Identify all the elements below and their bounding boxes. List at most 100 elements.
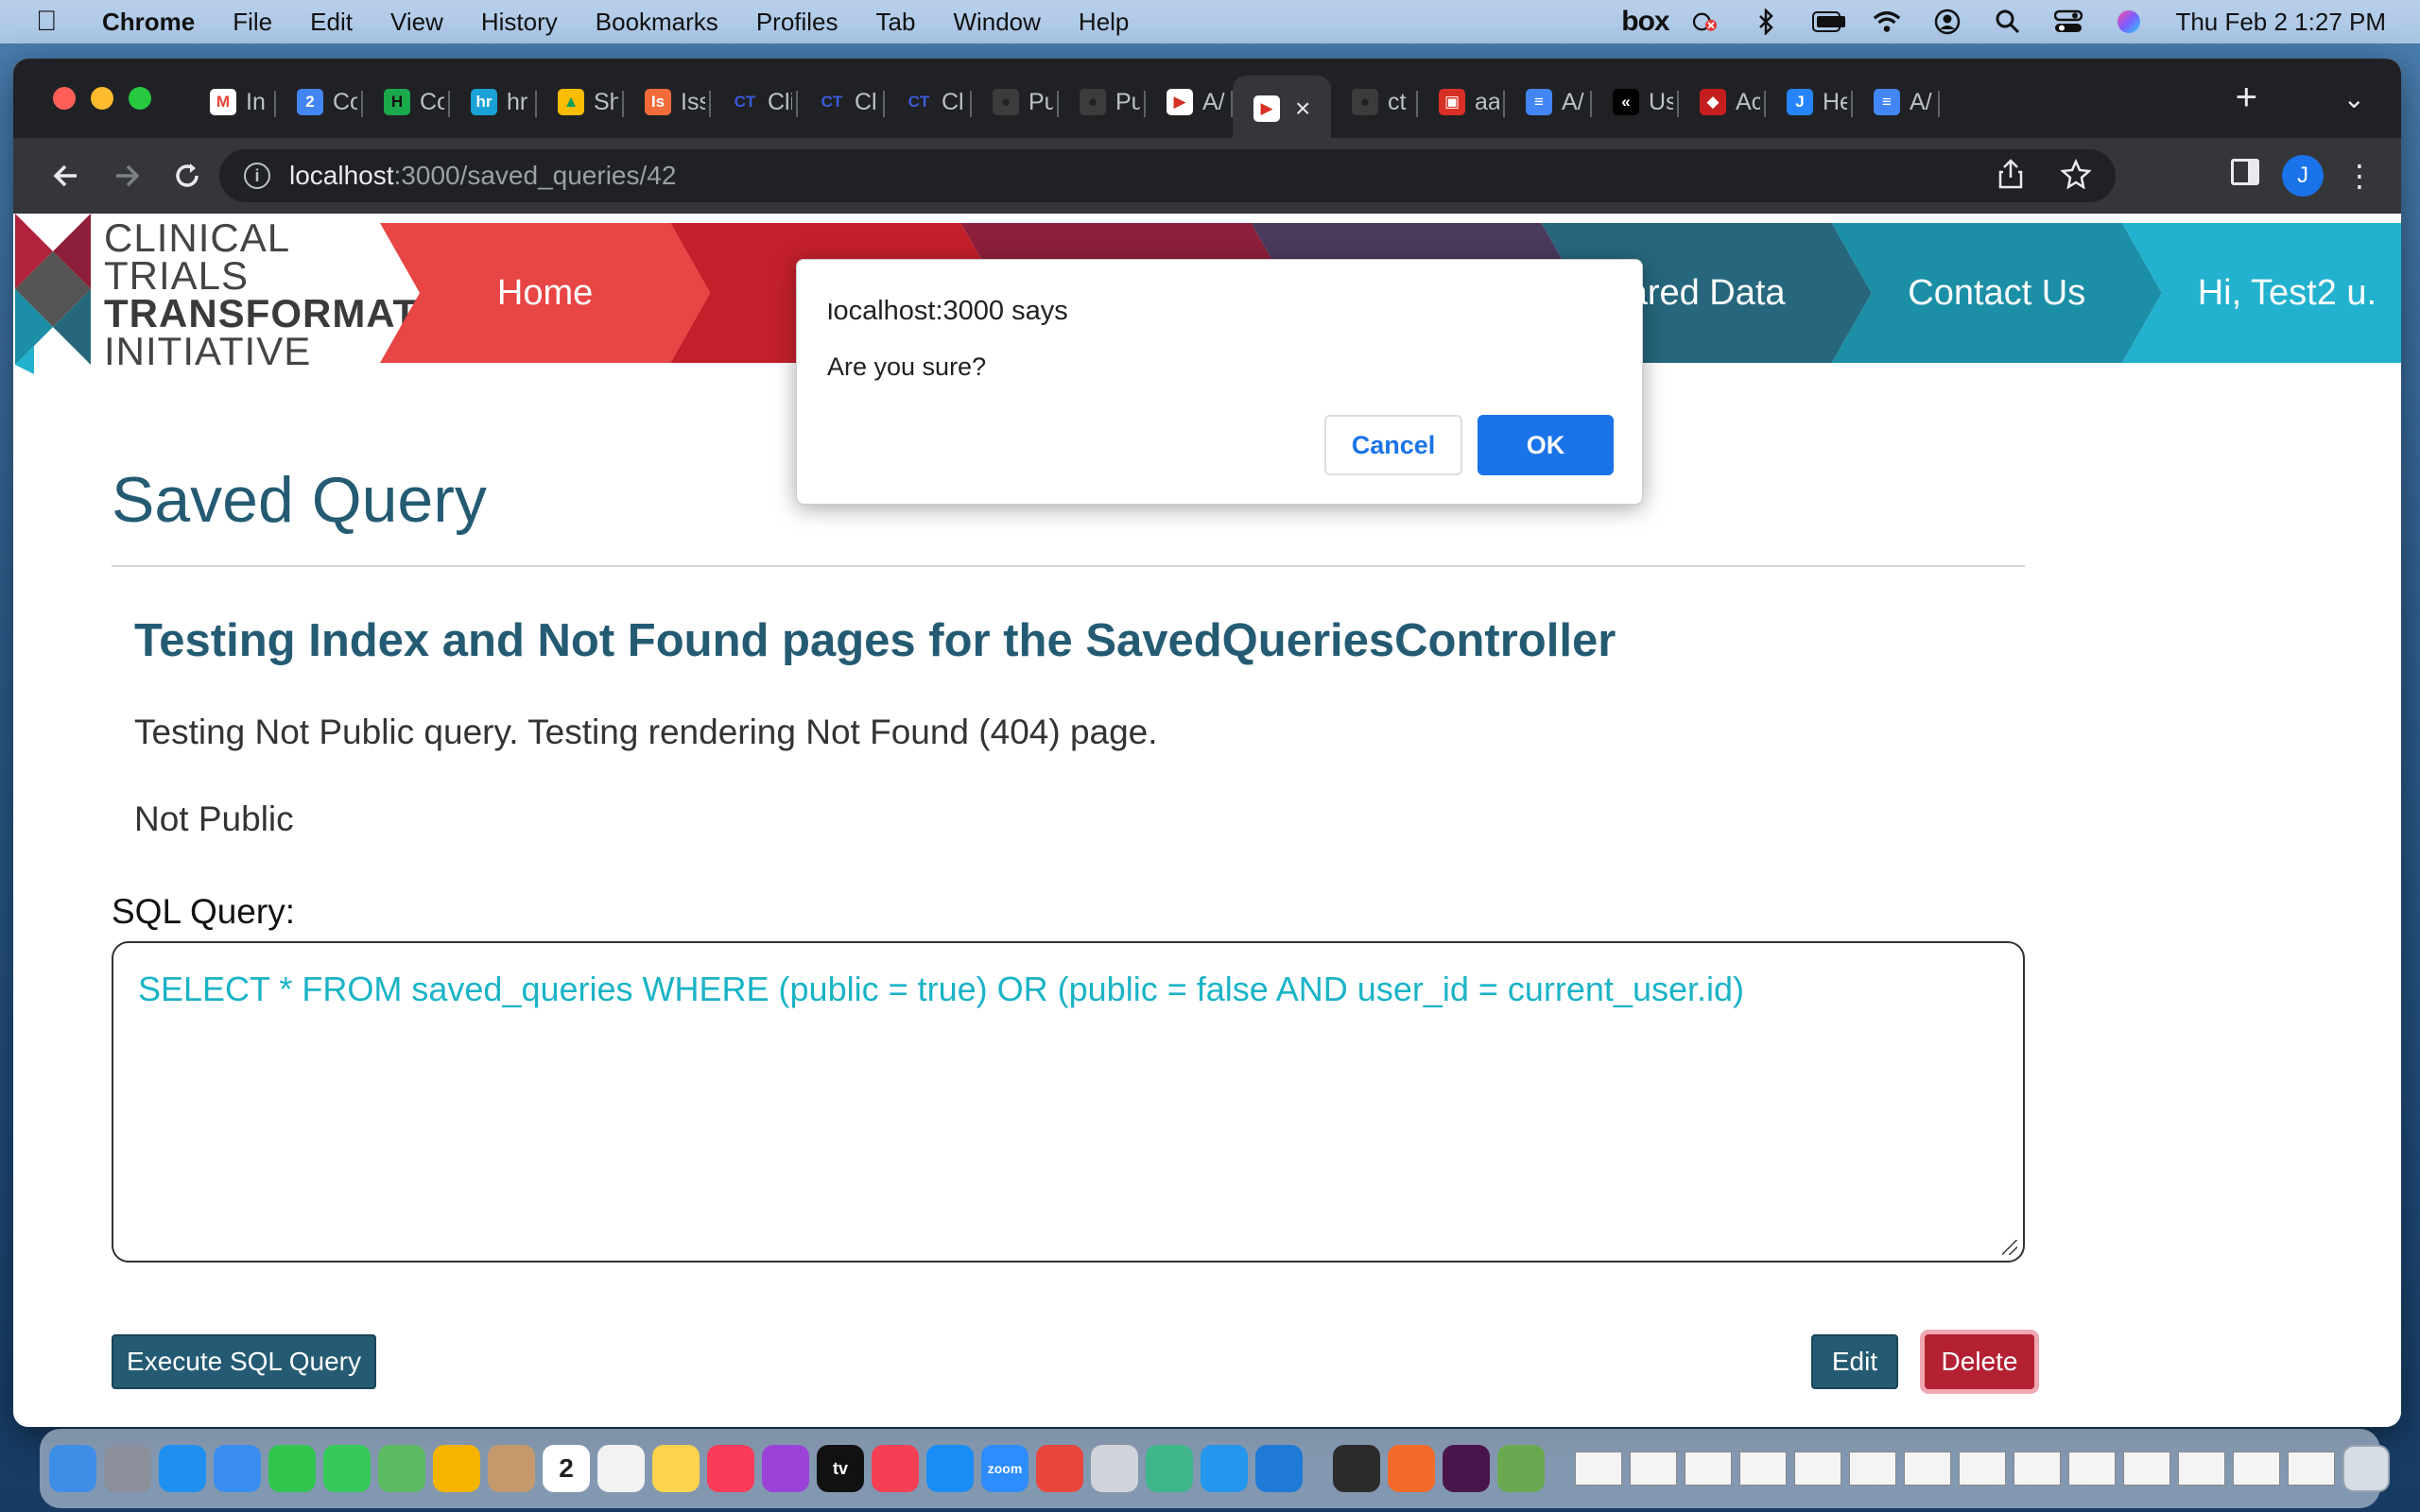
minimized-window-thumbnail[interactable] — [2178, 1452, 2225, 1486]
minimized-window-thumbnail[interactable] — [2233, 1452, 2280, 1486]
browser-tab[interactable]: 2 Co — [276, 76, 363, 129]
browser-tab[interactable]: ▲ Sh — [537, 76, 624, 129]
maps-icon[interactable] — [378, 1445, 425, 1492]
wifi-icon[interactable] — [1873, 10, 1901, 33]
close-window-button[interactable] — [53, 87, 76, 110]
docker-icon[interactable] — [1201, 1445, 1248, 1492]
minimized-window-thumbnail[interactable] — [1630, 1452, 1677, 1486]
forward-arrow-icon[interactable] — [106, 155, 147, 197]
music-icon[interactable] — [707, 1445, 754, 1492]
site-info-icon[interactable]: i — [244, 163, 270, 189]
menu-help[interactable]: Help — [1079, 8, 1129, 37]
browser-tab[interactable]: ● Pu — [972, 76, 1059, 129]
profile-avatar[interactable]: J — [2282, 155, 2324, 197]
share-icon[interactable] — [1998, 159, 2023, 197]
contacts-icon[interactable] — [488, 1445, 535, 1492]
edit-button[interactable]: Edit — [1811, 1334, 1898, 1389]
browser-tab[interactable]: CT Cl — [798, 76, 885, 129]
minimized-window-thumbnail[interactable] — [1685, 1452, 1732, 1486]
browser-tab[interactable]: hr hr — [450, 76, 537, 129]
slack-icon[interactable] — [1443, 1445, 1490, 1492]
address-bar[interactable]: i localhost:3000/saved_queries/42 — [219, 149, 2116, 202]
battery-icon[interactable] — [1812, 10, 1846, 33]
zoom-icon[interactable]: zoom — [981, 1445, 1028, 1492]
menu-window[interactable]: Window — [953, 8, 1040, 37]
minimized-window-thumbnail[interactable] — [2123, 1452, 2170, 1486]
launchpad-icon[interactable] — [104, 1445, 151, 1492]
tv-icon[interactable]: tv — [817, 1445, 864, 1492]
siri-icon[interactable] — [2115, 10, 2143, 33]
menu-profiles[interactable]: Profiles — [756, 8, 838, 37]
network-icon[interactable] — [1497, 1445, 1545, 1492]
vscode-icon[interactable] — [1255, 1445, 1303, 1492]
browser-tab[interactable]: CT Cl — [885, 76, 972, 129]
minimized-window-thumbnail[interactable] — [1794, 1452, 1841, 1486]
minimize-window-button[interactable] — [91, 87, 113, 110]
browser-tab[interactable]: M In — [189, 76, 276, 129]
box-icon[interactable]: box — [1621, 6, 1669, 37]
minimized-window-thumbnail[interactable] — [2068, 1452, 2116, 1486]
finder-icon[interactable] — [49, 1445, 96, 1492]
bookmark-star-icon[interactable] — [2060, 158, 2092, 197]
browser-tab[interactable]: ● Pu — [1059, 76, 1146, 129]
menu-file[interactable]: File — [233, 8, 272, 37]
minimized-window-thumbnail[interactable] — [2014, 1452, 2061, 1486]
notes-icon[interactable] — [652, 1445, 700, 1492]
minimized-window-thumbnail[interactable] — [1849, 1452, 1896, 1486]
close-tab-icon[interactable]: × — [1295, 94, 1310, 124]
menu-view[interactable]: View — [390, 8, 443, 37]
trash-icon[interactable] — [2342, 1445, 2390, 1492]
safari-icon[interactable] — [159, 1445, 206, 1492]
minimized-window-thumbnail[interactable] — [1904, 1452, 1951, 1486]
browser-tab[interactable]: ▶ A/ — [1146, 76, 1233, 129]
vpn-icon[interactable] — [1691, 10, 1720, 33]
menu-bookmarks[interactable]: Bookmarks — [596, 8, 718, 37]
mail-icon[interactable] — [214, 1445, 261, 1492]
side-panel-icon[interactable] — [2231, 159, 2259, 185]
menu-app-name[interactable]: Chrome — [102, 8, 195, 37]
browser-tab[interactable]: ▣ aa — [1418, 76, 1505, 129]
apple-menu-icon[interactable]:  — [36, 0, 74, 43]
menu-edit[interactable]: Edit — [310, 8, 353, 37]
dialog-cancel-button[interactable]: Cancel — [1324, 415, 1462, 475]
user-icon[interactable] — [1933, 9, 1962, 35]
browser-tab[interactable]: « Us — [1592, 76, 1679, 129]
reload-icon[interactable] — [166, 155, 208, 197]
nav-item[interactable]: Hi, Test2 u. — [2142, 223, 2401, 363]
zoom-window-button[interactable] — [129, 87, 151, 110]
browser-tab[interactable]: H Co — [363, 76, 450, 129]
browser-tab[interactable]: ● ct — [1331, 76, 1418, 129]
facetime-icon[interactable] — [268, 1445, 316, 1492]
browser-tab[interactable]: CT Cli — [711, 76, 798, 129]
back-arrow-icon[interactable] — [45, 155, 87, 197]
browser-tab[interactable]: ≡ A/ — [1853, 76, 1940, 129]
menu-bar-clock[interactable]: Thu Feb 2 1:27 PM — [2175, 8, 2386, 37]
browser-tab[interactable]: Is Iss — [624, 76, 711, 129]
dialog-ok-button[interactable]: OK — [1478, 415, 1614, 475]
resize-handle-icon[interactable] — [2002, 1240, 2017, 1255]
minimized-window-thumbnail[interactable] — [1739, 1452, 1787, 1486]
terminal-icon[interactable] — [1333, 1445, 1380, 1492]
calendar-icon[interactable]: 2 — [543, 1445, 590, 1492]
minimized-window-thumbnail[interactable] — [2288, 1452, 2335, 1486]
menu-tab[interactable]: Tab — [876, 8, 916, 37]
nav-item[interactable]: Contact Us — [1852, 223, 2142, 363]
appstore-icon[interactable] — [926, 1445, 974, 1492]
ctti-logo[interactable]: CLINICAL TRIALS TRANSFORMATION INITIATIV… — [15, 214, 491, 382]
sql-query-textarea[interactable]: SELECT * FROM saved_queries WHERE (publi… — [112, 941, 2025, 1263]
messages-icon[interactable] — [323, 1445, 371, 1492]
photos-icon[interactable] — [433, 1445, 480, 1492]
minimized-window-thumbnail[interactable] — [1959, 1452, 2006, 1486]
control-center-icon[interactable] — [2054, 9, 2083, 33]
new-tab-button[interactable]: + — [2236, 78, 2257, 116]
browser-tab[interactable]: ≡ A/ — [1505, 76, 1592, 129]
reminders-icon[interactable] — [597, 1445, 645, 1492]
bluetooth-icon[interactable] — [1752, 9, 1780, 35]
search-icon[interactable] — [1994, 9, 2022, 34]
execute-sql-query-button[interactable]: Execute SQL Query — [112, 1334, 376, 1389]
browser-tab[interactable]: J He — [1766, 76, 1853, 129]
atom-icon[interactable] — [1146, 1445, 1193, 1492]
browser-tab[interactable]: ◆ Ac — [1679, 76, 1766, 129]
nav-item[interactable]: Home — [400, 223, 690, 363]
news-icon[interactable] — [872, 1445, 919, 1492]
